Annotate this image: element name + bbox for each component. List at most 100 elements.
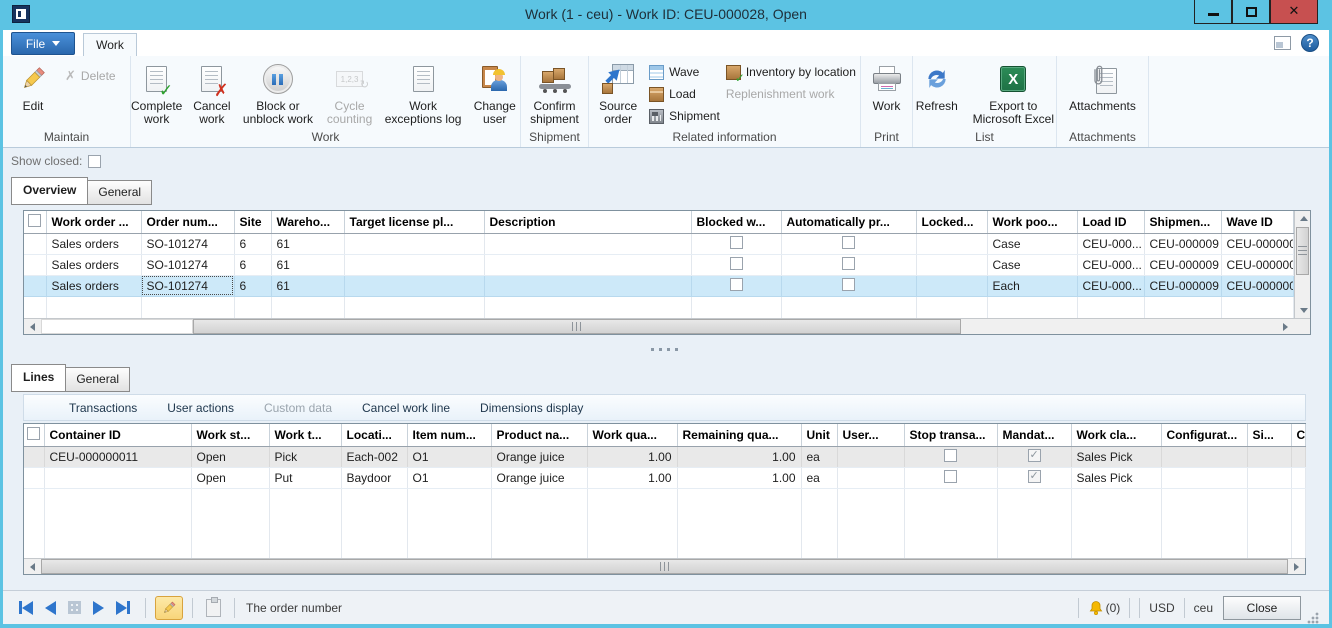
col-order-number[interactable]: Order num... [141,211,234,233]
horizontal-scroll-thumb[interactable] [41,559,1288,574]
select-all-checkbox[interactable] [27,427,40,440]
mandatory-checkbox[interactable] [1028,449,1041,462]
work-print-button[interactable]: Work [865,59,909,113]
show-closed-checkbox[interactable] [88,155,101,168]
blocked-checkbox[interactable] [730,236,743,249]
notifications-button[interactable]: (0) [1088,600,1121,616]
col-work-status[interactable]: Work st... [191,424,269,446]
edit-mode-button[interactable] [155,596,183,620]
tab-overview-general[interactable]: General [88,180,152,205]
col-mandatory[interactable]: Mandat... [997,424,1071,446]
refresh-button[interactable]: Refresh [913,59,961,113]
maximize-button[interactable] [1232,0,1270,24]
grid-view-icon[interactable] [68,601,81,614]
tab-lines-general[interactable]: General [66,367,130,392]
export-to-excel-button[interactable]: Export to Microsoft Excel [971,59,1056,126]
scroll-right-button[interactable] [1288,559,1305,574]
previous-record-button[interactable] [45,601,56,615]
source-order-button[interactable]: Source order [593,59,643,126]
col-work-quantity[interactable]: Work qua... [587,424,677,446]
table-row[interactable]: Open Put Baydoor O1 Orange juice 1.00 1.… [24,467,1305,488]
col-description[interactable]: Description [484,211,691,233]
clipboard-icon[interactable] [206,599,221,617]
delete-button[interactable]: Delete [65,65,116,87]
file-menu-button[interactable]: File [11,32,75,55]
cancel-work-button[interactable]: Cancel work [190,59,233,126]
col-size[interactable]: Si... [1247,424,1291,446]
scroll-left-button[interactable] [24,319,41,334]
last-record-button[interactable] [116,601,130,615]
col-unit[interactable]: Unit [801,424,837,446]
table-row[interactable]: Sales orders SO-101274 6 61 Case CEU-000… [24,233,1293,254]
first-record-button[interactable] [19,601,33,615]
wave-button[interactable]: Wave [649,61,720,83]
col-remaining-quantity[interactable]: Remaining qua... [677,424,801,446]
col-wave-id[interactable]: Wave ID [1221,211,1293,233]
scroll-left-button[interactable] [24,559,41,574]
col-target-license-plate[interactable]: Target license pl... [344,211,484,233]
col-locked[interactable]: Locked... [916,211,987,233]
scroll-right-button[interactable] [1277,319,1294,334]
confirm-shipment-button[interactable]: Confirm shipment [525,59,585,126]
layout-panel-icon[interactable] [1274,36,1291,50]
col-location[interactable]: Locati... [341,424,407,446]
scroll-down-button[interactable] [1295,303,1312,318]
load-button[interactable]: Load [649,83,720,105]
col-color[interactable]: Co [1291,424,1305,446]
col-automatically-processed[interactable]: Automatically pr... [781,211,916,233]
help-icon[interactable] [1301,34,1319,52]
dimensions-display-link[interactable]: Dimensions display [480,401,583,415]
shipment-button[interactable]: Shipment [649,105,720,127]
col-user[interactable]: User... [837,424,904,446]
next-record-button[interactable] [93,601,104,615]
tab-overview[interactable]: Overview [11,177,88,205]
blocked-checkbox[interactable] [730,278,743,291]
transactions-link[interactable]: Transactions [69,401,137,415]
col-configuration[interactable]: Configurat... [1161,424,1247,446]
replenishment-work-button[interactable]: Replenishment work [726,83,856,105]
col-blocked-work[interactable]: Blocked w... [691,211,781,233]
tab-lines[interactable]: Lines [11,364,66,392]
resize-grip[interactable] [1307,612,1319,624]
change-user-button[interactable]: Change user [469,59,520,126]
horizontal-scroll-thumb[interactable] [193,319,961,334]
block-unblock-work-button[interactable]: Block or unblock work [241,59,314,126]
attachments-button[interactable]: Attachments [1063,59,1143,113]
close-window-button[interactable] [1270,0,1318,24]
col-work-order-type[interactable]: Work order ... [46,211,141,233]
close-form-button[interactable]: Close [1223,596,1301,620]
col-load-id[interactable]: Load ID [1077,211,1144,233]
col-item-number[interactable]: Item num... [407,424,491,446]
table-row-selected[interactable]: Sales orders SO-101274 6 61 Each CEU-000… [24,275,1293,296]
cancel-work-line-link[interactable]: Cancel work line [362,401,450,415]
col-shipment-id[interactable]: Shipmen... [1144,211,1221,233]
inventory-by-location-button[interactable]: Inventory by location [726,61,856,83]
stop-transaction-checkbox[interactable] [944,470,957,483]
custom-data-link[interactable]: Custom data [264,401,332,415]
auto-processed-checkbox[interactable] [842,257,855,270]
auto-processed-checkbox[interactable] [842,278,855,291]
col-site[interactable]: Site [234,211,271,233]
table-row[interactable]: Sales orders SO-101274 6 61 Case CEU-000… [24,254,1293,275]
scroll-up-button[interactable] [1295,211,1312,226]
col-stop-transaction[interactable]: Stop transa... [904,424,997,446]
col-container-id[interactable]: Container ID [44,424,191,446]
select-all-checkbox[interactable] [28,214,41,227]
vertical-scroll-thumb[interactable] [1296,227,1309,275]
col-product-name[interactable]: Product na... [491,424,587,446]
blocked-checkbox[interactable] [730,257,743,270]
tab-work[interactable]: Work [83,33,137,56]
complete-work-button[interactable]: Complete work [131,59,182,126]
col-warehouse[interactable]: Wareho... [271,211,344,233]
mandatory-checkbox[interactable] [1028,470,1041,483]
auto-processed-checkbox[interactable] [842,236,855,249]
col-work-pool[interactable]: Work poo... [987,211,1077,233]
col-work-class[interactable]: Work cla... [1071,424,1161,446]
minimize-button[interactable] [1194,0,1232,24]
splitter-handle[interactable] [3,345,1329,353]
edit-button[interactable]: Edit [11,59,55,113]
col-work-type[interactable]: Work t... [269,424,341,446]
cycle-counting-button[interactable]: 1,2,3 Cycle counting [322,59,376,126]
user-actions-link[interactable]: User actions [167,401,234,415]
work-exceptions-log-button[interactable]: Work exceptions log [385,59,462,126]
